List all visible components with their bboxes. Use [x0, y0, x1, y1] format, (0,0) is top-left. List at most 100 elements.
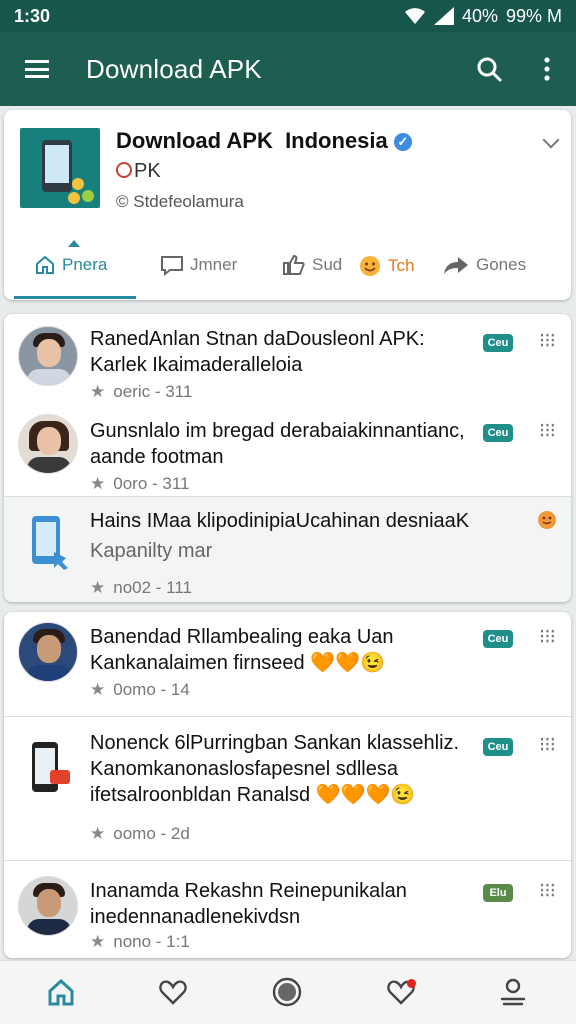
share-icon [444, 257, 468, 274]
home-icon [48, 978, 74, 1006]
star-icon: ★ [90, 680, 106, 699]
tab-like-label: Sud [312, 255, 343, 274]
avatar-face [37, 427, 61, 455]
search-button[interactable] [460, 32, 518, 106]
more-vert-icon [544, 57, 550, 81]
post-item[interactable]: Inanamda Rekashn Reinepunikalan inedennan… [4, 860, 571, 958]
overflow-menu-button[interactable] [518, 32, 576, 106]
feed-card: RanedAnlan Stnan daDousleonl APK: Karlek … [4, 314, 571, 602]
more-horiz-icon[interactable]: ⁝⁝⁝ [539, 418, 556, 443]
search-icon [477, 57, 502, 82]
nav-profile[interactable] [496, 975, 530, 1009]
post-item[interactable]: Hains IMaa klipodinipiaUcahinan desniaaK… [4, 496, 571, 602]
phone-touch-icon [32, 516, 68, 570]
status-time: 1:30 [14, 5, 51, 26]
nav-home[interactable] [44, 975, 78, 1009]
channel-name-text: Download APK Indonesia [116, 128, 388, 153]
emoji-icon [360, 256, 380, 276]
battery-text: 40% [461, 5, 498, 26]
post-title[interactable]: Banendad Rllambealing eaka Uan Kankanalai… [90, 624, 480, 676]
avatar[interactable] [18, 326, 78, 386]
app-logo[interactable] [20, 128, 100, 208]
post-title-line: Kanomkanonaslosfapesnel sdllesa [90, 758, 398, 780]
avatar[interactable] [18, 876, 78, 936]
post-meta: ★ nono - 1:1 [90, 932, 190, 952]
more-horiz-icon[interactable]: ⁝⁝⁝ [539, 624, 556, 649]
app-bar-title: Download APK [86, 53, 262, 84]
nav-favorites[interactable] [156, 975, 190, 1009]
more-horiz-icon[interactable]: ⁝⁝⁝ [539, 328, 556, 353]
star-icon: ★ [90, 824, 106, 843]
more-horiz-icon[interactable]: ⁝⁝⁝ [539, 732, 556, 757]
tab-home-label: Pnera [62, 255, 108, 274]
post-title-line: Kankanalaimen firnseed 🧡🧡😉 [90, 652, 385, 674]
status-icons: 40% 99% M [404, 6, 562, 27]
tab-like[interactable]: Sud [282, 254, 342, 276]
tab-emoji-label: Tch [388, 256, 415, 275]
star-icon: ★ [90, 382, 106, 401]
avatar[interactable] [18, 414, 78, 474]
avatar[interactable] [18, 622, 78, 682]
post-meta-text: 0oro - 311 [113, 474, 190, 493]
signal-icon [433, 7, 454, 25]
post-meta: ★ no02 - 111 [90, 578, 192, 598]
data-text: 99% M [505, 5, 562, 26]
status-bar: 1:30 40% 99% M [0, 0, 576, 32]
post-meta-text: no02 - 111 [113, 578, 193, 597]
post-title[interactable]: Nonenck 6lPurringban Sankan klassehliz. K… [90, 730, 490, 808]
post-title-line: aande footman [90, 446, 224, 468]
tab-home[interactable]: Pnera [34, 254, 107, 276]
profile-icon [500, 978, 526, 1006]
emoji-icon [538, 511, 556, 529]
heart-icon [159, 980, 187, 1005]
post-title-line: Hains IMaa klipodinipiaUcahinan desniaaK [90, 510, 470, 532]
post-meta-text: oomo - 2d [113, 824, 190, 843]
verified-check-icon: ✓ [393, 133, 412, 151]
post-title[interactable]: RanedAnlan Stnan daDousleonl APK: Karlek … [90, 326, 480, 378]
post-meta: ★ 0oro - 311 [90, 474, 189, 494]
tab-share[interactable]: Gones [442, 254, 526, 276]
more-horiz-icon[interactable]: ⁝⁝⁝ [539, 878, 556, 903]
chat-icon [161, 256, 183, 276]
nav-record[interactable] [270, 975, 304, 1009]
chevron-down-icon[interactable] [542, 131, 560, 149]
avatar-shirt [27, 665, 71, 681]
post-title[interactable]: Inanamda Rekashn Reinepunikalan inedennan… [90, 878, 480, 930]
avatar-face [37, 635, 61, 663]
status-badge: Ceu [483, 738, 513, 756]
post-item[interactable]: Banendad Rllambealing eaka Uan Kankanalai… [4, 612, 571, 716]
status-badge: Ceu [483, 424, 513, 442]
tab-emoji[interactable]: Tch [358, 254, 414, 278]
post-item[interactable]: Nonenck 6lPurringban Sankan klassehliz. K… [4, 716, 571, 860]
active-tab-indicator-icon [68, 240, 80, 247]
post-title-line: Karlek Ikaimaderalleloia [90, 354, 303, 376]
post-title[interactable]: Gunsnlalo im bregad derabaiakinnantianc,… [90, 418, 480, 470]
post-title-line: Gunsnlalo im bregad derabaiakinnantianc, [90, 420, 465, 442]
star-icon: ★ [90, 932, 106, 951]
bottom-nav [0, 960, 576, 1024]
status-badge: Elu [483, 884, 513, 902]
post-item[interactable]: Gunsnlalo im bregad derabaiakinnantianc,… [4, 406, 571, 496]
status-badge: Ceu [483, 630, 513, 648]
post-subtitle: Kapanilty mar [90, 540, 213, 562]
app-bar: Download APK [0, 32, 576, 106]
app-icon [28, 740, 78, 796]
coin-graphic [72, 178, 84, 190]
menu-button[interactable] [0, 32, 74, 106]
avatar-shirt [27, 369, 71, 385]
channel-name: Download APK Indonesia ✓ [116, 128, 412, 154]
post-meta: ★ oomo - 2d [90, 824, 190, 844]
tab-underline [14, 296, 136, 299]
post-title[interactable]: Hains IMaa klipodinipiaUcahinan desniaaK [90, 508, 520, 534]
tab-chat-label: Jmner [190, 255, 238, 274]
phone-app-icon [32, 742, 70, 792]
reaction-icon[interactable] [537, 510, 557, 535]
tab-chat[interactable]: Jmner [160, 254, 237, 276]
wifi-icon [404, 7, 426, 25]
nav-notifications[interactable] [384, 975, 418, 1009]
post-title-line: Inanamda Rekashn Reinepunikalan [90, 880, 407, 902]
app-icon [28, 514, 68, 570]
hamburger-icon [25, 60, 49, 78]
post-meta-text: nono - 1:1 [113, 932, 190, 951]
post-item[interactable]: RanedAnlan Stnan daDousleonl APK: Karlek … [4, 314, 571, 406]
